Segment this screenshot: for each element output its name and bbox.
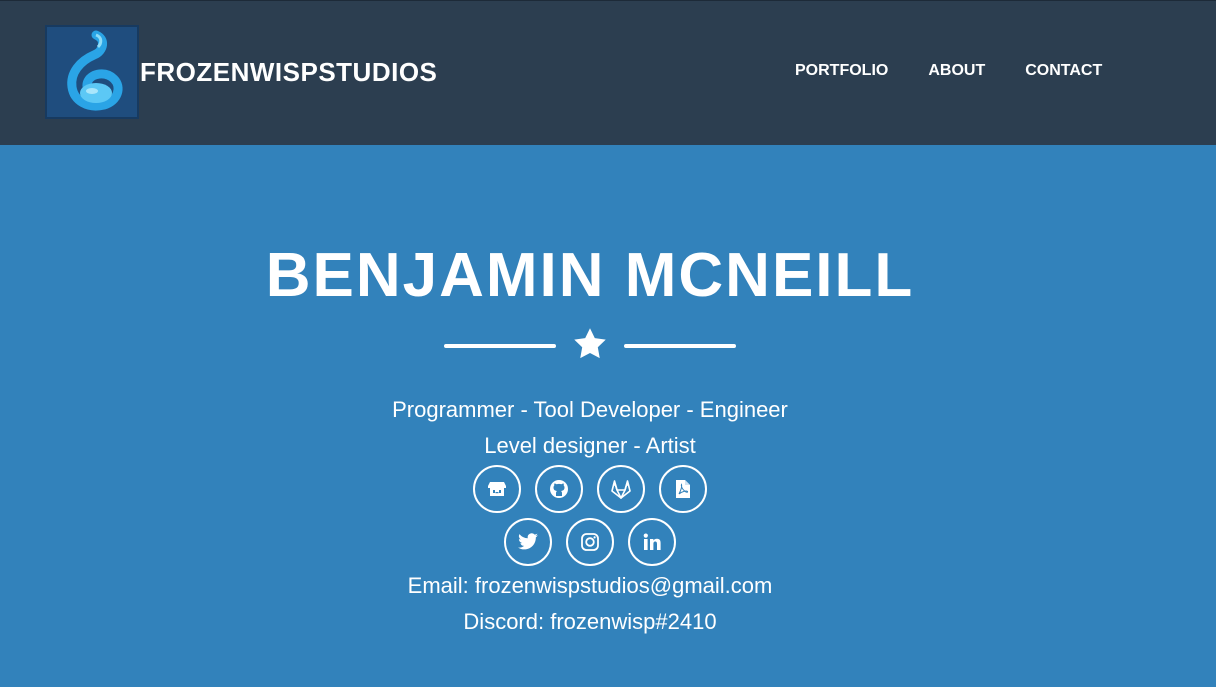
- hero-section: BENJAMIN MCNEILL Programmer - Tool Devel…: [0, 145, 1216, 687]
- gitlab-icon: [610, 479, 632, 499]
- pdf-icon: [675, 479, 691, 499]
- divider-line-right: [624, 344, 736, 348]
- brand-link[interactable]: FROZENWISPSTUDIOS: [45, 25, 437, 119]
- twitter-button[interactable]: [504, 518, 552, 566]
- social-links-row-2: [0, 518, 1180, 566]
- instagram-icon: [580, 532, 600, 552]
- twitter-icon: [517, 533, 539, 551]
- discord-text: Discord: frozenwisp#2410: [463, 609, 717, 634]
- navbar: FROZENWISPSTUDIOS PORTFOLIO ABOUT CONTAC…: [0, 0, 1216, 145]
- github-button[interactable]: [535, 465, 583, 513]
- linkedin-icon: [642, 532, 662, 552]
- github-icon: [549, 479, 569, 499]
- social-links-row-1: [0, 465, 1180, 513]
- brand-name: FROZENWISPSTUDIOS: [140, 56, 438, 87]
- resume-pdf-button[interactable]: [659, 465, 707, 513]
- roles-line-1: Programmer - Tool Developer - Engineer: [392, 397, 788, 422]
- email-text: Email: frozenwispstudios@gmail.com: [407, 573, 773, 598]
- nav-about[interactable]: ABOUT: [928, 62, 985, 80]
- nav-portfolio[interactable]: PORTFOLIO: [795, 62, 888, 80]
- gitlab-button[interactable]: [597, 465, 645, 513]
- itch-io-icon: [487, 480, 507, 498]
- hero-name: BENJAMIN MCNEILL: [265, 241, 915, 310]
- main-nav: PORTFOLIO ABOUT CONTACT: [795, 62, 1142, 80]
- nav-contact[interactable]: CONTACT: [1025, 62, 1102, 80]
- itch-io-button[interactable]: [473, 465, 521, 513]
- star-icon: [572, 326, 608, 367]
- roles-line-2: Level designer - Artist: [484, 433, 696, 458]
- divider-line-left: [444, 344, 556, 348]
- wisp-logo-icon: [45, 25, 139, 119]
- instagram-button[interactable]: [566, 518, 614, 566]
- star-divider: [444, 326, 736, 367]
- linkedin-button[interactable]: [628, 518, 676, 566]
